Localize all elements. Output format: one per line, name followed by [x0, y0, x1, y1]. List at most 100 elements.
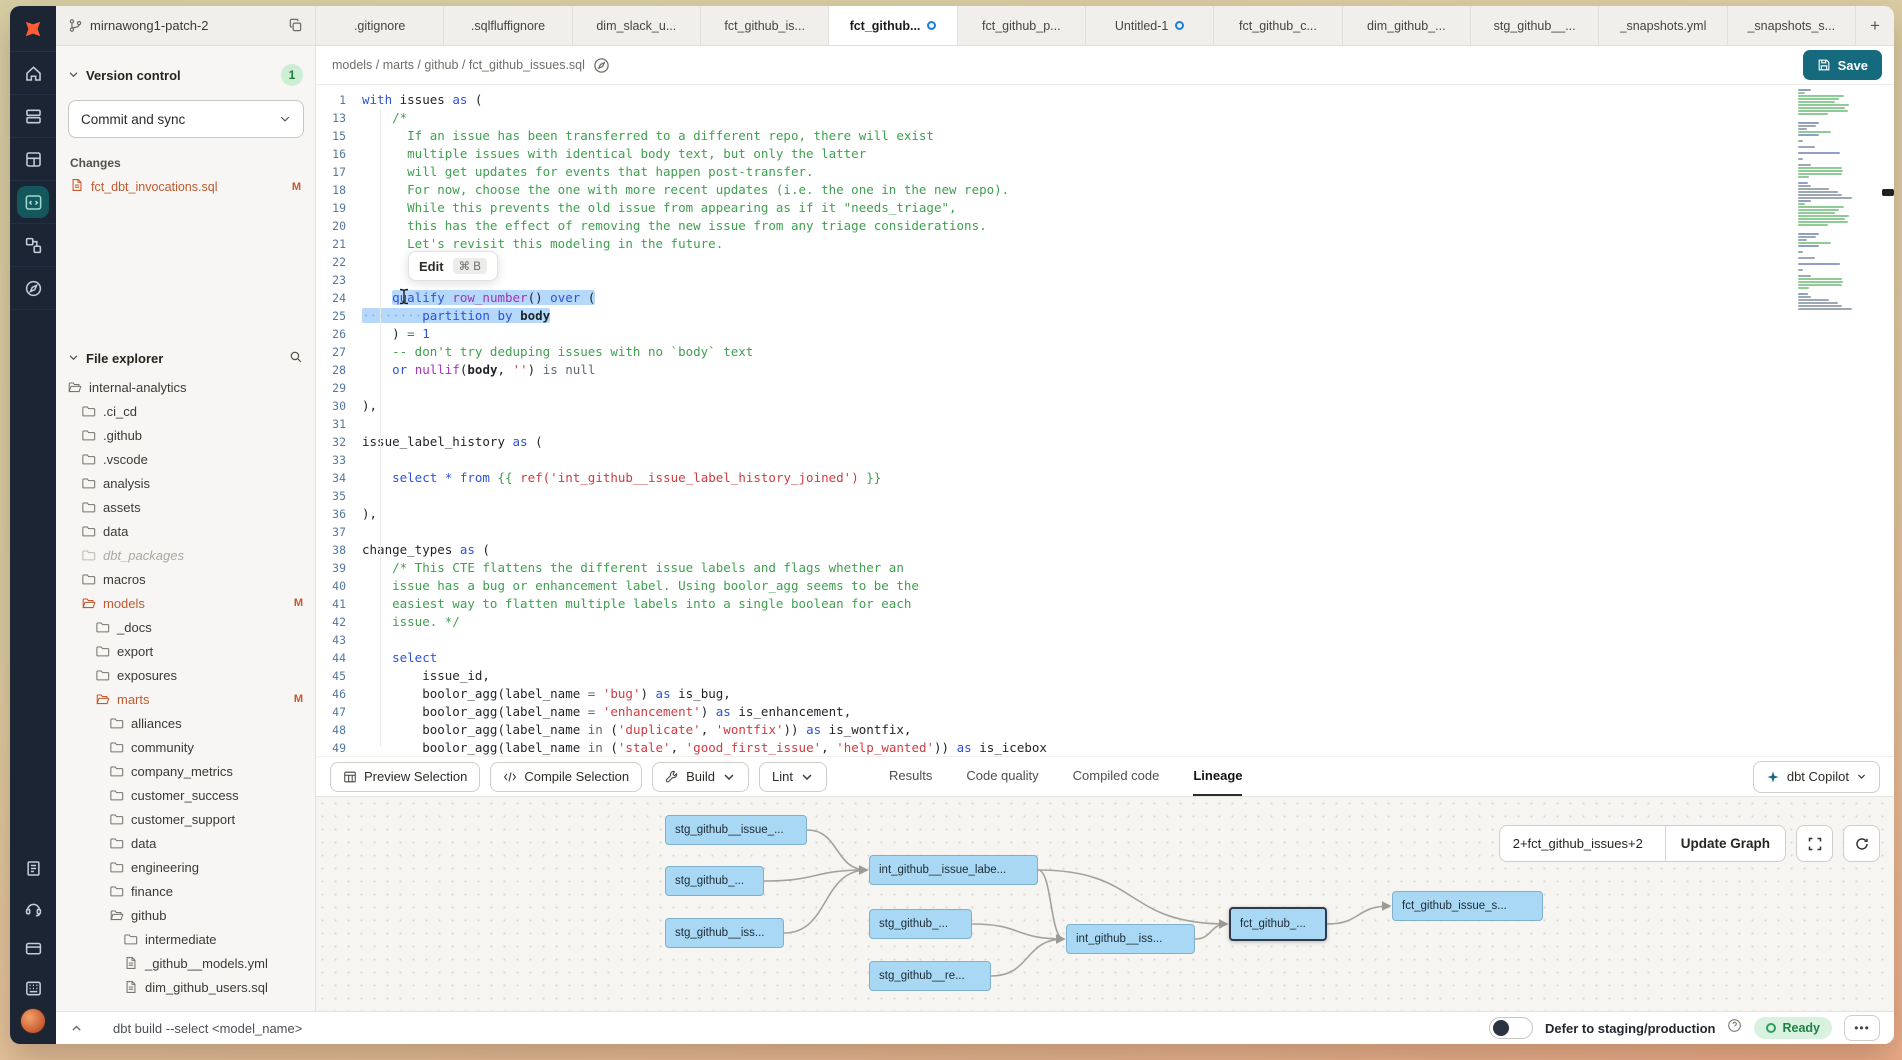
code-line-21[interactable]: 21 Let's revisit this modeling in the fu… — [316, 235, 1894, 253]
tree-item-internal-analytics[interactable]: internal-analytics — [56, 375, 315, 399]
help-icon[interactable] — [1727, 1018, 1742, 1038]
code-line-37[interactable]: 37 — [316, 523, 1894, 541]
tab-fct_github_c...[interactable]: fct_github_c... — [1214, 6, 1342, 45]
tree-item-intermediate[interactable]: intermediate — [56, 927, 315, 951]
user-avatar[interactable] — [20, 1008, 46, 1034]
code-line-29[interactable]: 29 — [316, 379, 1894, 397]
code-line-23[interactable]: 23 — [316, 271, 1894, 289]
tree-item-finance[interactable]: finance — [56, 879, 315, 903]
code-line-43[interactable]: 43 — [316, 631, 1894, 649]
tab-fct_github_is...[interactable]: fct_github_is... — [701, 6, 829, 45]
fullscreen-button[interactable] — [1796, 825, 1833, 862]
tree-item-export[interactable]: export — [56, 639, 315, 663]
lineage-node-n5[interactable]: stg_github_... — [869, 909, 972, 939]
code-line-40[interactable]: 40 issue has a bug or enhancement label.… — [316, 577, 1894, 595]
tree-item-alliances[interactable]: alliances — [56, 711, 315, 735]
code-line-27[interactable]: 27 -- don't try deduping issues with no … — [316, 343, 1894, 361]
code-line-19[interactable]: 19 While this prevents the old issue fro… — [316, 199, 1894, 217]
rail-support-icon[interactable] — [10, 888, 56, 928]
dbt-copilot-button[interactable]: dbt Copilot — [1753, 761, 1880, 793]
rail-deploy-icon[interactable] — [10, 95, 56, 138]
lineage-node-n7[interactable]: int_github__iss... — [1066, 924, 1195, 954]
tab-lineage[interactable]: Lineage — [1193, 757, 1242, 796]
lineage-node-n1[interactable]: stg_github__issue_... — [665, 815, 807, 845]
tree-item-.vscode[interactable]: .vscode — [56, 447, 315, 471]
tree-item-macros[interactable]: macros — [56, 567, 315, 591]
changed-file-row[interactable]: fct_dbt_invocations.sqlM — [56, 174, 315, 199]
tree-item-data[interactable]: data — [56, 831, 315, 855]
code-line-31[interactable]: 31 — [316, 415, 1894, 433]
more-options-button[interactable]: ••• — [1844, 1015, 1880, 1041]
tree-item-dbt_packages[interactable]: dbt_packages — [56, 543, 315, 567]
code-line-26[interactable]: 26 ) = 1 — [316, 325, 1894, 343]
tree-item-models[interactable]: modelsM — [56, 591, 315, 615]
preview-selection-button[interactable]: Preview Selection — [330, 762, 480, 792]
rail-home-icon[interactable] — [10, 52, 56, 95]
save-button[interactable]: Save — [1803, 50, 1882, 80]
code-line-36[interactable]: 36), — [316, 505, 1894, 523]
tree-item-assets[interactable]: assets — [56, 495, 315, 519]
branch-selector[interactable]: mirnawong1-patch-2 — [56, 6, 316, 45]
lineage-node-n8[interactable]: fct_github_... — [1229, 907, 1327, 941]
code-line-17[interactable]: 17 will get updates for events that happ… — [316, 163, 1894, 181]
rail-notes-icon[interactable] — [10, 848, 56, 888]
tab-dim_github_...[interactable]: dim_github_... — [1343, 6, 1471, 45]
tab-_snapshots_s...[interactable]: _snapshots_s... — [1728, 6, 1856, 45]
tab-.gitignore[interactable]: .gitignore — [316, 6, 444, 45]
code-line-20[interactable]: 20 this has the effect of removing the n… — [316, 217, 1894, 235]
tree-item-.ci_cd[interactable]: .ci_cd — [56, 399, 315, 423]
code-line-47[interactable]: 47 boolor_agg(label_name = 'enhancement'… — [316, 703, 1894, 721]
search-icon[interactable] — [289, 350, 303, 367]
tab-dim_slack_u...[interactable]: dim_slack_u... — [573, 6, 701, 45]
version-control-header[interactable]: Version control 1 — [56, 56, 315, 94]
code-line-1[interactable]: 1with issues as ( — [316, 91, 1894, 109]
rail-billing-icon[interactable] — [10, 928, 56, 968]
tab-results[interactable]: Results — [889, 757, 932, 796]
lineage-node-n2[interactable]: stg_github_... — [665, 866, 764, 896]
tree-item-data[interactable]: data — [56, 519, 315, 543]
code-line-22[interactable]: 22 — [316, 253, 1894, 271]
tree-item-company_metrics[interactable]: company_metrics — [56, 759, 315, 783]
minimap[interactable] — [1798, 89, 1876, 311]
update-graph-button[interactable]: Update Graph — [1665, 826, 1785, 861]
lineage-node-n4[interactable]: int_github__issue_labe... — [869, 855, 1038, 885]
tab-_snapshots.yml[interactable]: _snapshots.yml — [1599, 6, 1727, 45]
code-line-30[interactable]: 30), — [316, 397, 1894, 415]
tree-item-customer_support[interactable]: customer_support — [56, 807, 315, 831]
tree-item-_docs[interactable]: _docs — [56, 615, 315, 639]
code-line-18[interactable]: 18 For now, choose the one with more rec… — [316, 181, 1894, 199]
code-line-48[interactable]: 48 boolor_agg(label_name in ('duplicate'… — [316, 721, 1894, 739]
code-line-13[interactable]: 13 /* — [316, 109, 1894, 127]
tab-.sqlfluffignore[interactable]: .sqlfluffignore — [444, 6, 572, 45]
tree-item-marts[interactable]: martsM — [56, 687, 315, 711]
defer-toggle[interactable] — [1489, 1017, 1533, 1039]
build-button[interactable]: Build — [652, 762, 749, 792]
tree-item-.github[interactable]: .github — [56, 423, 315, 447]
lineage-node-n9[interactable]: fct_github_issue_s... — [1392, 891, 1543, 921]
code-editor[interactable]: 1with issues as (13 /*15 If an issue has… — [316, 85, 1894, 756]
code-line-46[interactable]: 46 boolor_agg(label_name = 'bug') as is_… — [316, 685, 1894, 703]
code-line-34[interactable]: 34 select * from {{ ref('int_github__iss… — [316, 469, 1894, 487]
code-line-24[interactable]: 24 qualify row_number() over ( — [316, 289, 1894, 307]
code-line-28[interactable]: 28 or nullif(body, '') is null — [316, 361, 1894, 379]
tree-item-analysis[interactable]: analysis — [56, 471, 315, 495]
code-line-49[interactable]: 49 boolor_agg(label_name in ('stale', 'g… — [316, 739, 1894, 756]
code-line-38[interactable]: 38change_types as ( — [316, 541, 1894, 559]
expand-command-bar-button[interactable] — [70, 1022, 83, 1035]
code-line-39[interactable]: 39 /* This CTE flattens the different is… — [316, 559, 1894, 577]
command-input[interactable]: dbt build --select <model_name> — [113, 1021, 1477, 1036]
tree-item-github[interactable]: github — [56, 903, 315, 927]
file-docs-icon[interactable] — [593, 57, 610, 74]
lineage-selector-input[interactable]: 2+fct_github_issues+2 — [1500, 826, 1665, 861]
edit-tooltip[interactable]: Edit ⌘ B — [408, 251, 498, 281]
rail-orchestrate-icon[interactable] — [10, 138, 56, 181]
tab-code-quality[interactable]: Code quality — [966, 757, 1038, 796]
tab-stg_github__...[interactable]: stg_github__... — [1471, 6, 1599, 45]
tab-fct_github...[interactable]: fct_github... — [829, 6, 957, 45]
code-line-16[interactable]: 16 multiple issues with identical body t… — [316, 145, 1894, 163]
code-line-33[interactable]: 33 — [316, 451, 1894, 469]
code-line-41[interactable]: 41 easiest way to flatten multiple label… — [316, 595, 1894, 613]
tree-item-dim_github_users.sql[interactable]: dim_github_users.sql — [56, 975, 315, 999]
new-tab-button[interactable]: + — [1856, 6, 1894, 45]
tree-item-community[interactable]: community — [56, 735, 315, 759]
